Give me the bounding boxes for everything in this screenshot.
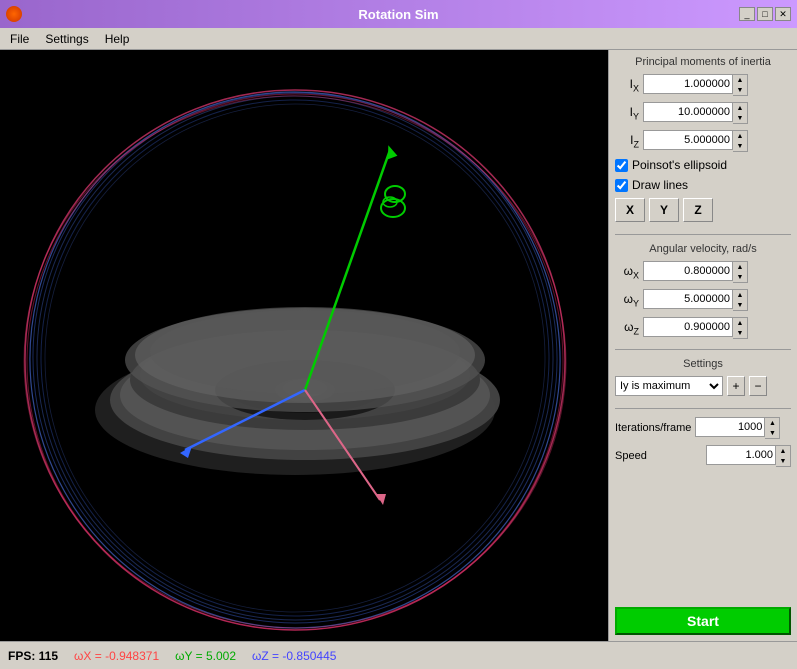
poinsot-label: Poinsot's ellipsoid bbox=[632, 158, 727, 172]
wy-status: ωY = 5.002 bbox=[175, 649, 236, 663]
ix-spinbox[interactable]: ▲ ▼ bbox=[643, 74, 748, 96]
ix-input[interactable] bbox=[643, 74, 733, 94]
principal-moments-label: Principal moments of inertia bbox=[615, 56, 791, 68]
wz-label: ωZ bbox=[615, 320, 639, 336]
speed-spin-buttons: ▲ ▼ bbox=[776, 445, 791, 467]
iz-row: IZ ▲ ▼ bbox=[615, 130, 791, 152]
divider-1 bbox=[615, 234, 791, 235]
drawlines-checkbox-row: Draw lines bbox=[615, 178, 791, 192]
drawlines-label: Draw lines bbox=[632, 178, 688, 192]
wy-label: ωY bbox=[615, 292, 639, 308]
iz-spinbox[interactable]: ▲ ▼ bbox=[643, 130, 748, 152]
iterations-label: Iterations/frame bbox=[615, 422, 691, 434]
iy-spinbox[interactable]: ▲ ▼ bbox=[643, 102, 748, 124]
z-view-button[interactable]: Z bbox=[683, 198, 713, 222]
wx-down-button[interactable]: ▼ bbox=[733, 272, 747, 282]
wz-down-button[interactable]: ▼ bbox=[733, 328, 747, 338]
iy-label: IY bbox=[615, 105, 639, 121]
divider-3 bbox=[615, 408, 791, 409]
menu-file[interactable]: File bbox=[4, 30, 35, 48]
window-title: Rotation Sim bbox=[358, 7, 438, 22]
wx-label: ωX bbox=[615, 264, 639, 280]
iz-input[interactable] bbox=[643, 130, 733, 150]
wy-down-button[interactable]: ▼ bbox=[733, 300, 747, 310]
menu-settings[interactable]: Settings bbox=[39, 30, 94, 48]
speed-spinbox[interactable]: ▲ ▼ bbox=[706, 445, 791, 467]
preset-dropdown[interactable]: Iy is maximum bbox=[615, 376, 723, 396]
iterations-input[interactable] bbox=[695, 417, 765, 437]
menu-bar: File Settings Help bbox=[0, 28, 797, 50]
wx-status: ωX = -0.948371 bbox=[74, 649, 159, 663]
right-panel: Principal moments of inertia IX ▲ ▼ IY ▲… bbox=[608, 50, 797, 641]
status-bar: FPS: 115 ωX = -0.948371 ωY = 5.002 ωZ = … bbox=[0, 641, 797, 669]
minimize-button[interactable]: _ bbox=[739, 7, 755, 21]
x-view-button[interactable]: X bbox=[615, 198, 645, 222]
wy-input[interactable] bbox=[643, 289, 733, 309]
wz-spinbox[interactable]: ▲ ▼ bbox=[643, 317, 748, 339]
fps-display: FPS: 115 bbox=[8, 649, 58, 663]
settings-section-label: Settings bbox=[615, 358, 791, 370]
iy-input[interactable] bbox=[643, 102, 733, 122]
iz-spin-buttons: ▲ ▼ bbox=[733, 130, 748, 152]
speed-down-button[interactable]: ▼ bbox=[776, 456, 790, 466]
iz-label: IZ bbox=[615, 133, 639, 149]
wy-row: ωY ▲ ▼ bbox=[615, 289, 791, 311]
wx-spin-buttons: ▲ ▼ bbox=[733, 261, 748, 283]
ix-up-button[interactable]: ▲ bbox=[733, 75, 747, 85]
wz-up-button[interactable]: ▲ bbox=[733, 318, 747, 328]
angular-velocity-label: Angular velocity, rad/s bbox=[615, 243, 791, 255]
wy-up-button[interactable]: ▲ bbox=[733, 290, 747, 300]
wy-spinbox[interactable]: ▲ ▼ bbox=[643, 289, 748, 311]
wz-row: ωZ ▲ ▼ bbox=[615, 317, 791, 339]
iy-down-button[interactable]: ▼ bbox=[733, 113, 747, 123]
maximize-button[interactable]: □ bbox=[757, 7, 773, 21]
iterations-up-button[interactable]: ▲ bbox=[765, 418, 779, 428]
wz-input[interactable] bbox=[643, 317, 733, 337]
iy-up-button[interactable]: ▲ bbox=[733, 103, 747, 113]
ix-label: IX bbox=[615, 77, 639, 93]
iterations-spin-buttons: ▲ ▼ bbox=[765, 417, 780, 439]
speed-input[interactable] bbox=[706, 445, 776, 465]
wz-status: ωZ = -0.850445 bbox=[252, 649, 336, 663]
divider-2 bbox=[615, 349, 791, 350]
iterations-row: Iterations/frame ▲ ▼ bbox=[615, 417, 791, 439]
settings-row: Iy is maximum + − bbox=[615, 376, 791, 396]
title-bar: Rotation Sim _ □ ✕ bbox=[0, 0, 797, 28]
main-content: Principal moments of inertia IX ▲ ▼ IY ▲… bbox=[0, 50, 797, 641]
wx-spinbox[interactable]: ▲ ▼ bbox=[643, 261, 748, 283]
speed-label: Speed bbox=[615, 450, 647, 462]
xyz-button-group: X Y Z bbox=[615, 198, 791, 222]
plus-button[interactable]: + bbox=[727, 376, 745, 396]
wx-row: ωX ▲ ▼ bbox=[615, 261, 791, 283]
y-view-button[interactable]: Y bbox=[649, 198, 679, 222]
simulation-canvas[interactable] bbox=[0, 50, 608, 641]
ix-spin-buttons: ▲ ▼ bbox=[733, 74, 748, 96]
close-button[interactable]: ✕ bbox=[775, 7, 791, 21]
iy-spin-buttons: ▲ ▼ bbox=[733, 102, 748, 124]
iterations-down-button[interactable]: ▼ bbox=[765, 428, 779, 438]
iy-row: IY ▲ ▼ bbox=[615, 102, 791, 124]
window-controls[interactable]: _ □ ✕ bbox=[739, 7, 791, 21]
menu-help[interactable]: Help bbox=[99, 30, 136, 48]
iterations-spinbox[interactable]: ▲ ▼ bbox=[695, 417, 780, 439]
iz-up-button[interactable]: ▲ bbox=[733, 131, 747, 141]
ix-down-button[interactable]: ▼ bbox=[733, 85, 747, 95]
app-icon bbox=[6, 6, 22, 22]
ix-row: IX ▲ ▼ bbox=[615, 74, 791, 96]
speed-row: Speed ▲ ▼ bbox=[615, 445, 791, 467]
poinsot-checkbox[interactable] bbox=[615, 159, 628, 172]
drawlines-checkbox[interactable] bbox=[615, 179, 628, 192]
speed-up-button[interactable]: ▲ bbox=[776, 446, 790, 456]
poinsot-checkbox-row: Poinsot's ellipsoid bbox=[615, 158, 791, 172]
start-button[interactable]: Start bbox=[615, 607, 791, 635]
wx-input[interactable] bbox=[643, 261, 733, 281]
wx-up-button[interactable]: ▲ bbox=[733, 262, 747, 272]
wz-spin-buttons: ▲ ▼ bbox=[733, 317, 748, 339]
wy-spin-buttons: ▲ ▼ bbox=[733, 289, 748, 311]
minus-button[interactable]: − bbox=[749, 376, 767, 396]
iz-down-button[interactable]: ▼ bbox=[733, 141, 747, 151]
